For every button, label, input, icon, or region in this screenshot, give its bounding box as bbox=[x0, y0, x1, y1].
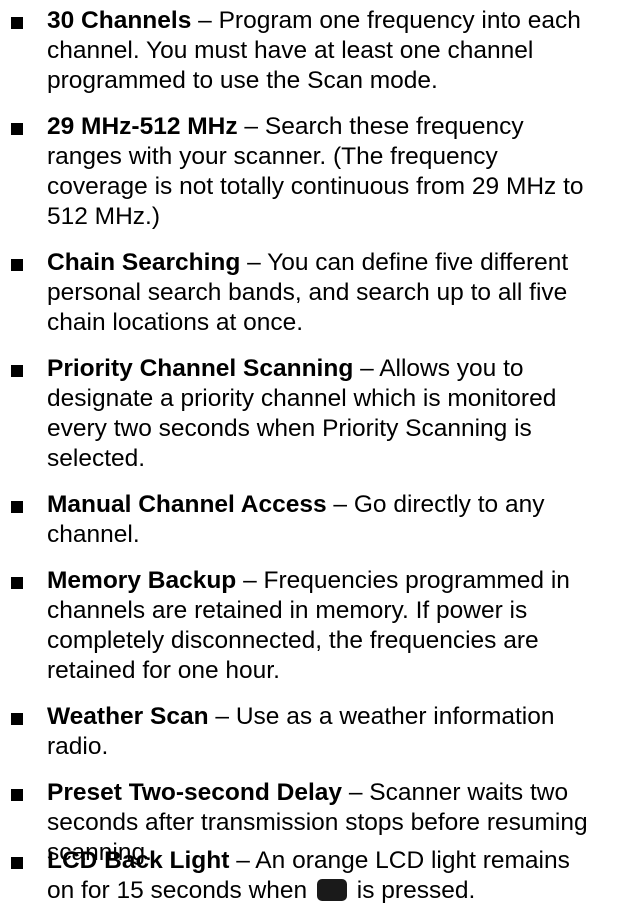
feature-title: LCD Back Light bbox=[47, 847, 230, 874]
feature-separator: – bbox=[240, 249, 268, 276]
feature-title: 30 Channels bbox=[47, 7, 192, 34]
feature-description: selected. bbox=[47, 445, 146, 472]
feature-description: designate a priority channel which is mo… bbox=[47, 385, 557, 412]
feature-description: Frequencies programmed in bbox=[263, 567, 570, 594]
square-bullet-icon bbox=[11, 17, 23, 29]
feature-description: You can define five different bbox=[267, 249, 569, 276]
feature-text: Chain Searching – You can define five di… bbox=[47, 248, 633, 338]
feature-text: Memory Backup – Frequencies programmed i… bbox=[47, 566, 633, 686]
feature-separator: – bbox=[229, 847, 256, 874]
feature-separator: – bbox=[237, 113, 265, 140]
feature-separator: – bbox=[208, 703, 236, 730]
feature-description: Use as a weather information bbox=[235, 703, 555, 730]
feature-text: Priority Channel Scanning – Allows you t… bbox=[47, 354, 633, 474]
feature-description: 512 MHz.) bbox=[47, 203, 161, 230]
feature-separator: – bbox=[236, 567, 264, 594]
feature-description: Scanner waits two bbox=[369, 779, 569, 806]
feature-description: is pressed. bbox=[356, 877, 476, 904]
feature-text: Weather Scan – Use as a weather informat… bbox=[47, 702, 633, 762]
feature-separator: – bbox=[342, 779, 370, 806]
feature-title: Priority Channel Scanning bbox=[47, 355, 354, 382]
square-bullet-icon bbox=[11, 501, 23, 513]
feature-text: Manual Channel Access – Go directly to a… bbox=[47, 490, 633, 550]
feature-description: seconds after transmission stops before … bbox=[47, 809, 588, 836]
feature-description: personal search bands, and search up to … bbox=[47, 279, 568, 306]
feature-description: completely disconnected, the frequencies… bbox=[47, 627, 539, 654]
feature-description: programmed to use the Scan mode. bbox=[47, 67, 438, 94]
square-bullet-icon bbox=[11, 577, 23, 589]
feature-text: 29 MHz-512 MHz – Search these frequency … bbox=[47, 112, 633, 232]
feature-title: Chain Searching bbox=[47, 249, 241, 276]
feature-description: chain locations at once. bbox=[47, 309, 304, 336]
feature-description: radio. bbox=[47, 733, 109, 760]
feature-separator: – bbox=[326, 491, 354, 518]
feature-description: An orange LCD light remains bbox=[255, 847, 570, 874]
square-bullet-icon bbox=[11, 789, 23, 801]
square-bullet-icon bbox=[11, 857, 23, 869]
feature-description: coverage is not totally continuous from … bbox=[47, 173, 584, 200]
feature-description: Program one frequency into each bbox=[218, 7, 581, 34]
feature-description: Search these frequency bbox=[264, 113, 524, 140]
feature-separator: – bbox=[191, 7, 219, 34]
square-bullet-icon bbox=[11, 365, 23, 377]
feature-title: Memory Backup bbox=[47, 567, 237, 594]
square-bullet-icon bbox=[11, 123, 23, 135]
feature-text: LCD Back Light – An orange LCD light rem… bbox=[47, 846, 633, 906]
light-key-icon bbox=[316, 879, 347, 901]
feature-title: 29 MHz-512 MHz bbox=[47, 113, 238, 140]
feature-text: 30 Channels – Program one frequency into… bbox=[47, 6, 633, 96]
feature-title: Weather Scan bbox=[47, 703, 209, 730]
feature-separator: – bbox=[353, 355, 380, 382]
square-bullet-icon bbox=[11, 713, 23, 725]
feature-description: ranges with your scanner. (The frequency bbox=[47, 143, 498, 170]
feature-description: retained for one hour. bbox=[47, 657, 280, 684]
feature-description: channel. bbox=[47, 521, 140, 548]
feature-title: Preset Two-second Delay bbox=[47, 779, 343, 806]
feature-description: channels are retained in memory. If powe… bbox=[47, 597, 528, 624]
feature-description: Go directly to any bbox=[353, 491, 545, 518]
feature-description-last-line: on for 15 seconds when is pressed. bbox=[47, 876, 633, 906]
feature-title: Manual Channel Access bbox=[47, 491, 327, 518]
feature-description: Allows you to bbox=[379, 355, 524, 382]
square-bullet-icon bbox=[11, 259, 23, 271]
feature-description: every two seconds when Priority Scanning… bbox=[47, 415, 532, 442]
feature-description: channel. You must have at least one chan… bbox=[47, 37, 534, 64]
feature-description: on for 15 seconds when bbox=[47, 877, 308, 904]
